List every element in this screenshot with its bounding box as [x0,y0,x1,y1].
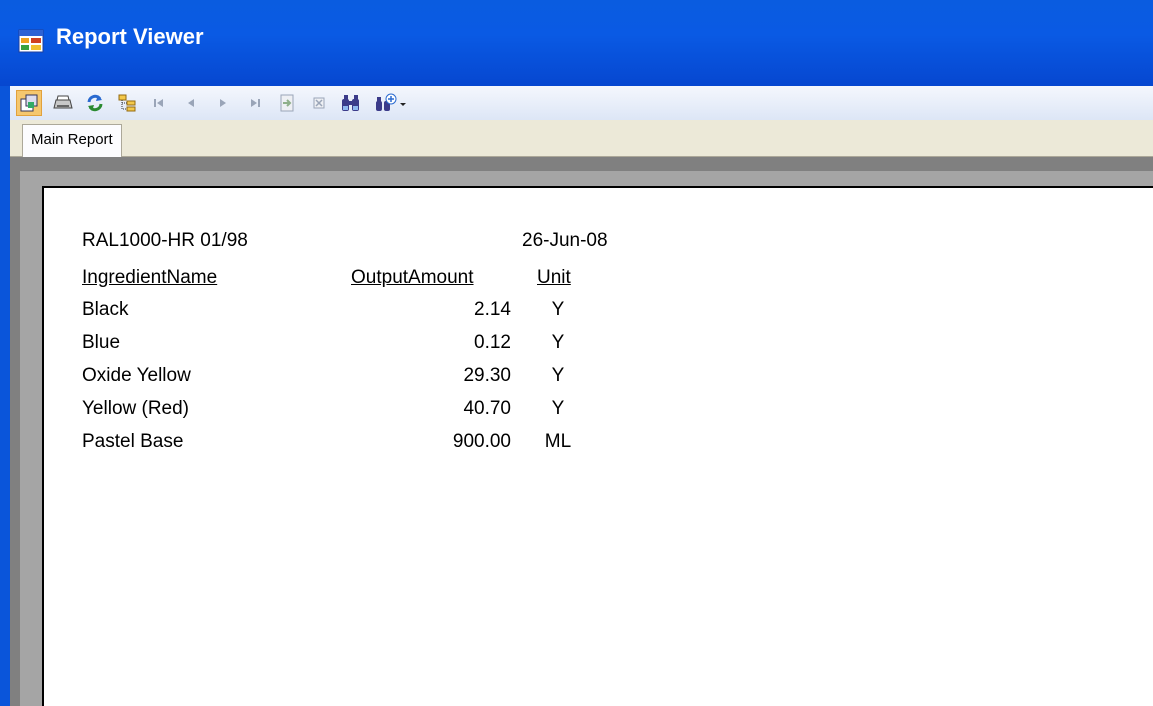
next-page-icon [220,99,226,107]
group-tree-icon [118,94,136,112]
export-icon [20,94,38,112]
title-bar: Report Viewer [0,0,1153,86]
goto-page-icon [280,94,294,112]
refresh-icon [87,94,103,112]
row-ingredient: Blue [82,332,121,353]
first-page-icon [154,99,163,107]
row-amount: 900.00 [452,431,511,452]
row-ingredient: Yellow (Red) [82,398,190,419]
previous-page-button[interactable] [178,90,204,116]
row-unit: ML [544,431,572,452]
stop-icon [313,97,325,109]
row-ingredient: Oxide Yellow [82,365,191,386]
header-output-amount: OutputAmount [351,267,474,288]
report-code: RAL1000-HR 01/98 [82,230,248,251]
row-unit: Y [551,365,565,386]
find-button[interactable] [338,90,364,116]
row-ingredient: Pastel Base [82,431,184,452]
print-icon [53,95,73,109]
header-unit: Unit [537,267,571,288]
row-amount: 2.14 [474,299,511,320]
window-title: Report Viewer [56,24,204,49]
row-amount: 40.70 [463,398,511,419]
last-page-button[interactable] [242,90,268,116]
stop-button[interactable] [306,90,332,116]
header-ingredient-name: IngredientName [82,267,218,288]
chevron-down-icon [400,103,406,106]
app-icon [18,29,44,53]
export-button[interactable] [16,90,42,116]
zoom-icon [376,93,406,111]
report-tabs: Main Report [10,120,1153,157]
window-frame-left [0,86,10,706]
row-unit: Y [551,398,565,419]
zoom-dropdown-button[interactable] [372,90,412,116]
report-page: RAL1000-HR 01/98 26-Jun-08 IngredientNam… [42,186,1153,706]
last-page-icon [251,99,260,107]
report-date: 26-Jun-08 [522,230,608,251]
previous-page-icon [188,99,194,107]
print-button[interactable] [50,90,76,116]
find-icon [342,95,359,111]
tab-main-report[interactable]: Main Report [22,124,122,157]
refresh-button[interactable] [82,90,108,116]
next-page-button[interactable] [210,90,236,116]
row-unit: Y [551,332,565,353]
row-unit: Y [551,299,565,320]
first-page-button[interactable] [146,90,172,116]
group-tree-button[interactable] [114,90,140,116]
row-amount: 0.12 [474,332,511,353]
row-amount: 29.30 [463,365,511,386]
toolbar [10,86,1153,121]
row-ingredient: Black [82,299,129,320]
goto-page-button[interactable] [274,90,300,116]
